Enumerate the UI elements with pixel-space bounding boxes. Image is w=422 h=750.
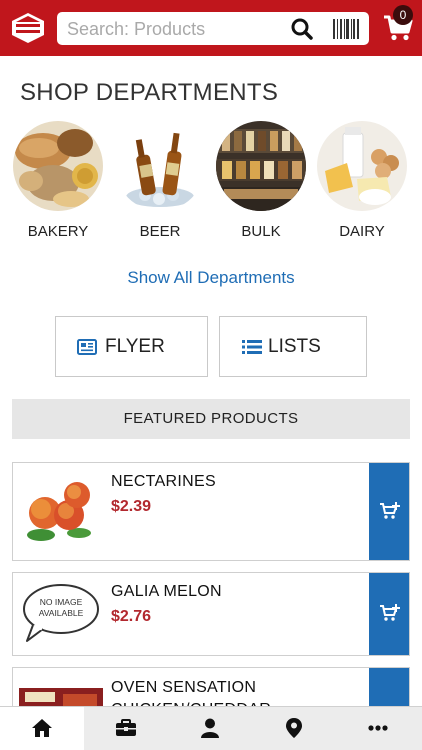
featured-products-header: FEATURED PRODUCTS — [12, 399, 410, 439]
available-text: AVAILABLE — [39, 608, 84, 618]
flyer-label: FLYER — [105, 336, 165, 357]
product-card-galia-melon[interactable]: NO IMAGE AVAILABLE GALIA MELON $2.76 — [12, 572, 410, 656]
lists-button[interactable]: LISTS — [219, 316, 367, 377]
bakery-image[interactable] — [13, 121, 103, 211]
department-label: BAKERY — [27, 223, 89, 240]
add-to-list-button[interactable] — [369, 573, 409, 655]
department-bulk[interactable]: BULK — [215, 121, 307, 240]
featured-products-title: FEATURED PRODUCTS — [123, 410, 299, 427]
search-input[interactable]: Search: Products — [67, 19, 205, 40]
product-price: $2.39 — [111, 498, 152, 515]
search-icon[interactable] — [290, 18, 314, 40]
lists-label: LISTS — [268, 336, 321, 357]
list-icon — [242, 340, 262, 354]
no-image-text: NO IMAGE — [40, 597, 83, 607]
flyer-button[interactable]: FLYER — [55, 316, 208, 377]
user-icon — [201, 718, 219, 738]
department-dairy[interactable]: DAIRY — [316, 121, 408, 240]
department-label: DAIRY — [339, 223, 385, 240]
add-to-cart-icon — [380, 502, 400, 519]
add-to-cart-icon — [380, 604, 400, 621]
search-bar[interactable]: Search: Products — [57, 12, 369, 45]
product-name[interactable]: NECTARINES — [111, 473, 216, 491]
briefcase-icon — [116, 719, 136, 736]
product-name[interactable]: GALIA MELON — [111, 583, 222, 601]
location-pin-icon — [286, 718, 302, 738]
home-icon — [32, 719, 52, 737]
add-to-list-button[interactable] — [369, 463, 409, 560]
section-title: SHOP DEPARTMENTS — [20, 79, 279, 106]
store-logo-icon[interactable] — [10, 11, 46, 45]
nav-account[interactable] — [168, 707, 252, 750]
top-bar: Search: Products 0 — [0, 0, 422, 56]
no-image-available-icon: NO IMAGE AVAILABLE — [23, 584, 99, 642]
product-card-nectarines[interactable]: NECTARINES $2.39 — [12, 462, 410, 561]
barcode-scanner-icon[interactable] — [333, 19, 359, 39]
department-beer[interactable]: BEER — [114, 121, 206, 240]
cart-count-badge: 0 — [393, 5, 413, 25]
department-label: BULK — [241, 223, 281, 240]
product-price: $2.76 — [111, 608, 152, 625]
dairy-image[interactable] — [317, 121, 407, 211]
flyer-icon — [77, 339, 97, 355]
nav-briefcase[interactable] — [84, 707, 168, 750]
nav-more[interactable] — [336, 707, 422, 750]
nav-locations[interactable] — [252, 707, 336, 750]
bulk-image[interactable] — [216, 121, 306, 211]
beer-image[interactable] — [115, 121, 205, 211]
bottom-navigation — [0, 706, 422, 750]
department-bakery[interactable]: BAKERY — [12, 121, 104, 240]
nectarines-image — [27, 482, 91, 541]
show-all-departments-link[interactable]: Show All Departments — [0, 268, 422, 288]
more-icon — [368, 725, 388, 731]
nav-home[interactable] — [0, 707, 84, 750]
department-label: BEER — [139, 223, 181, 240]
